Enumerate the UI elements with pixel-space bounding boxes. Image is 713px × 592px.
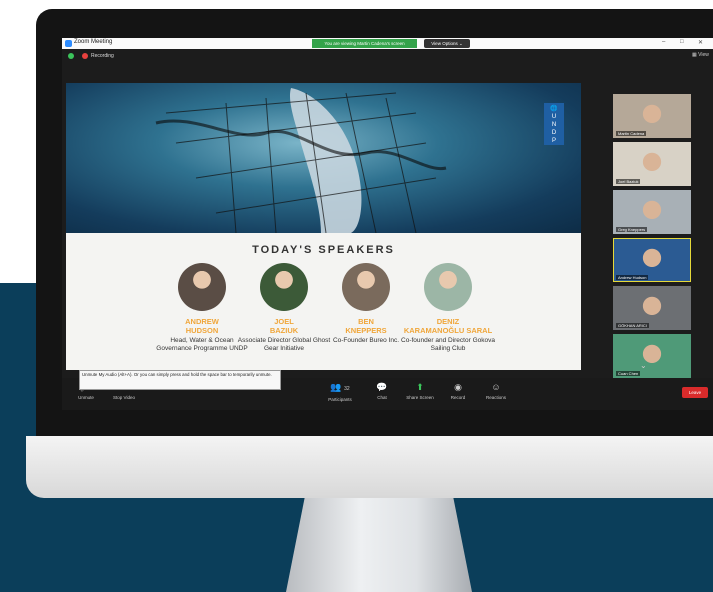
zoom-logo-icon — [65, 40, 72, 47]
speaker-name: DENIZ KARAMANOĞLU SARAL — [400, 317, 496, 335]
speaker-photo — [178, 263, 226, 311]
share-screen-label: Share Screen — [406, 395, 434, 400]
participant-tile[interactable]: Joel Baziuk — [613, 142, 691, 186]
share-screen-icon: ⬆ — [416, 382, 424, 392]
reactions-label: Reactions — [485, 395, 506, 400]
speaker-photo — [260, 263, 308, 311]
speaker-name-line: DENIZ — [436, 317, 460, 326]
recording-icon — [82, 53, 88, 59]
record-icon: ◉ — [454, 382, 462, 392]
undp-globe-icon: 🌐 — [550, 106, 558, 112]
participant-name: Greg Kneppers — [616, 227, 648, 232]
participants-icon: 👥 32 — [320, 382, 360, 395]
participant-name: Martin Cadena — [616, 131, 647, 136]
zoom-window: Zoom Meeting You are viewing Martin Cade… — [62, 38, 713, 410]
participant-name: Cuan Chen — [616, 371, 641, 376]
reactions-icon: ☺ — [491, 382, 501, 392]
view-layout-button[interactable]: ▦ View — [692, 52, 709, 58]
participant-name: Joel Baziuk — [616, 179, 641, 184]
speaker-photo — [424, 263, 472, 311]
speaker-photo — [342, 263, 390, 311]
participant-tile[interactable]: Martin Cadena — [613, 94, 691, 138]
speaker-name-line: KARAMANOĞLU SARAL — [403, 326, 493, 335]
participants-label: Participants — [328, 397, 352, 402]
speaker-name-line: KNEPPERS — [345, 326, 387, 335]
stop-video-label: Stop Video — [113, 395, 135, 400]
chat-icon: 💬 — [376, 382, 388, 392]
speaker-name-line: BAZIUK — [269, 326, 299, 335]
security-shield-icon[interactable] — [68, 53, 74, 59]
leave-button[interactable]: Leave — [682, 387, 708, 398]
speaker-name-line: BEN — [358, 317, 374, 326]
maximize-icon[interactable]: □ — [680, 39, 684, 45]
chat-label: Chat — [377, 395, 387, 400]
unmute-label: Unmute — [78, 395, 94, 400]
title-bar: Zoom Meeting You are viewing Martin Cade… — [62, 38, 713, 49]
slide-photo-ghost-net: 🌐 U N D P — [66, 83, 581, 233]
participant-tile[interactable]: Cuan Chen — [613, 334, 691, 378]
speaker-name-line: HUDSON — [185, 326, 219, 335]
speaker-card: DENIZ KARAMANOĞLU SARAL Co-founder and Di… — [400, 263, 496, 352]
recording-label: Recording — [91, 53, 114, 59]
undp-letter: U — [551, 114, 557, 120]
participants-button[interactable]: 👥 32 Participants — [320, 382, 360, 402]
undp-letter: N — [551, 122, 557, 128]
window-title: Zoom Meeting — [74, 39, 113, 45]
unmute-tooltip: Unmute My Audio (Alt+A). Or you can simp… — [79, 370, 281, 390]
reactions-button[interactable]: ☺ Reactions — [476, 382, 516, 400]
chat-button[interactable]: 💬 Chat — [362, 382, 402, 400]
record-label: Record — [450, 395, 466, 400]
participants-count: 32 — [344, 386, 350, 392]
participant-gallery: Martin Cadena Joel Baziuk Greg Kneppers … — [613, 94, 691, 382]
participants-glyph: 👥 — [330, 382, 342, 392]
close-icon[interactable]: ✕ — [698, 39, 703, 46]
screen-share-banner: You are viewing Martin Cadena's screen — [312, 39, 417, 48]
shared-slide: 🌐 U N D P TODAY'S SPEAKERS ANDREW HUDSON … — [66, 83, 581, 370]
monitor-chin — [26, 436, 713, 498]
minimize-icon[interactable]: – — [662, 39, 665, 45]
speaker-name-line: JOEL — [274, 317, 294, 326]
participant-name: GÖKHAN ARICI — [616, 323, 649, 328]
participant-tile[interactable]: GÖKHAN ARICI — [613, 286, 691, 330]
gallery-more-chevron-icon[interactable]: ⌄ — [640, 361, 647, 370]
participant-name: Andrew Hudson — [616, 275, 649, 280]
undp-letter: D — [551, 130, 557, 136]
slide-title: TODAY'S SPEAKERS — [252, 244, 395, 256]
speaker-role: Co-founder and Director Gokova Sailing C… — [401, 337, 495, 352]
monitor-stand — [286, 498, 472, 592]
whale-net-illustration — [155, 88, 447, 233]
undp-letter: P — [551, 138, 556, 144]
share-screen-button[interactable]: ⬆ Share Screen — [400, 382, 440, 400]
view-options-button[interactable]: View Options ⌄ — [424, 39, 470, 48]
record-button[interactable]: ◉ Record — [438, 382, 478, 400]
participant-tile[interactable]: Greg Kneppers — [613, 190, 691, 234]
undp-logo: 🌐 U N D P — [544, 103, 564, 145]
participant-tile-active-speaker[interactable]: Andrew Hudson — [613, 238, 691, 282]
speaker-name-line: ANDREW — [185, 317, 219, 326]
